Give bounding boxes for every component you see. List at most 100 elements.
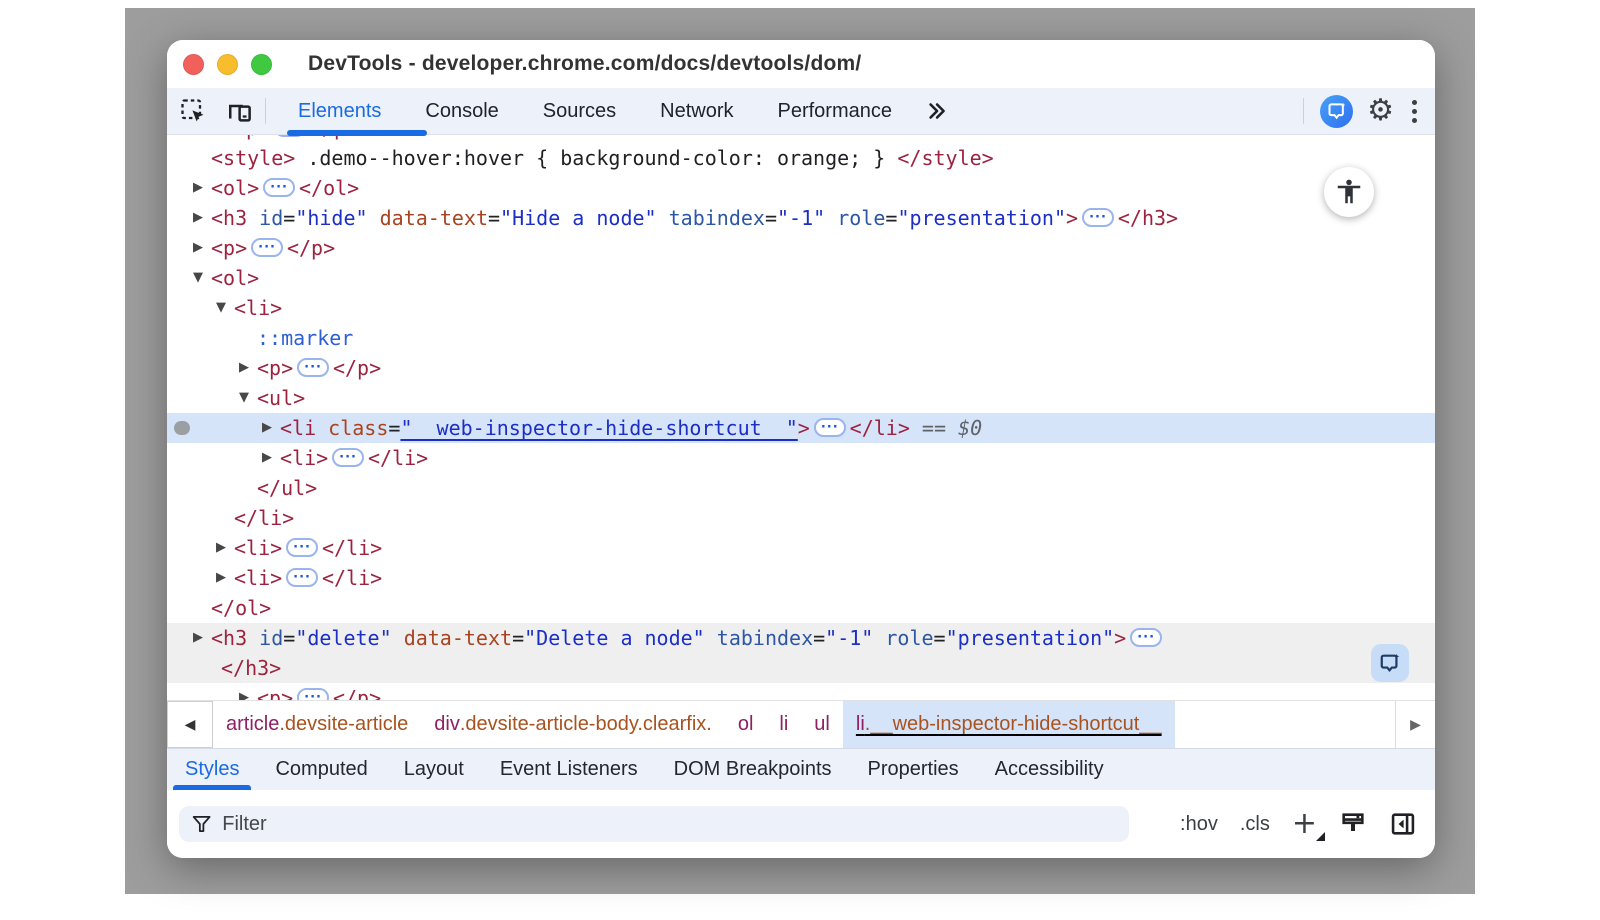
dom-tree-row[interactable]: ▶<h3 id="hide" data-text="Hide a node" t… — [167, 203, 1435, 233]
dom-tree-row[interactable]: ▶<p>···</p> — [167, 353, 1435, 383]
expand-arrow-icon[interactable]: ▶ — [216, 533, 234, 563]
ellipsis-expand-button[interactable]: ··· — [332, 448, 364, 467]
ellipsis-expand-button[interactable]: ··· — [297, 358, 329, 377]
breadcrumb-left-arrow[interactable]: ◀ — [167, 701, 213, 748]
tab-properties[interactable]: Properties — [850, 749, 977, 790]
close-window-button[interactable] — [183, 54, 204, 75]
dom-tree-row[interactable]: </li> — [167, 503, 1435, 533]
dom-tree-row[interactable]: </ul> — [167, 473, 1435, 503]
rendering-emulation-icon[interactable] — [1339, 810, 1367, 838]
expand-arrow-icon[interactable]: ▶ — [193, 203, 211, 233]
expand-arrow-icon[interactable]: ▶ — [216, 563, 234, 593]
ellipsis-expand-button[interactable]: ··· — [286, 538, 318, 557]
expand-arrow-icon[interactable]: ▶ — [239, 683, 257, 700]
tab-performance[interactable]: Performance — [756, 88, 915, 134]
code-token: = — [885, 206, 897, 230]
dom-tree-row[interactable]: ▶<li>···</li> — [167, 563, 1435, 593]
dom-tree-row[interactable]: </ol> — [167, 593, 1435, 623]
ai-assistant-bubble-icon[interactable] — [1371, 644, 1409, 682]
devtools-window: DevTools - developer.chrome.com/docs/dev… — [167, 40, 1435, 858]
ellipsis-expand-button[interactable]: ··· — [1130, 628, 1162, 647]
expand-arrow-icon[interactable]: ▼ — [239, 383, 257, 413]
tab-layout[interactable]: Layout — [386, 749, 482, 790]
tab-accessibility[interactable]: Accessibility — [977, 749, 1122, 790]
tab-sources[interactable]: Sources — [521, 88, 638, 134]
ellipsis-expand-button[interactable]: ··· — [297, 688, 329, 700]
code-token: <p> — [211, 236, 247, 260]
dom-tree-row[interactable]: <style> .demo--hover:hover { background-… — [167, 143, 1435, 173]
dom-tree-row[interactable]: ▼<ul> — [167, 383, 1435, 413]
expand-arrow-icon[interactable]: ▶ — [193, 623, 211, 653]
dom-tree-row[interactable]: ▶<h3 id="delete" data-text="Delete a nod… — [167, 623, 1435, 653]
code-token: data-text — [404, 626, 512, 650]
titlebar: DevTools - developer.chrome.com/docs/dev… — [167, 40, 1435, 88]
tab-styles[interactable]: Styles — [167, 749, 257, 790]
expand-arrow-icon[interactable]: ▶ — [193, 233, 211, 263]
minimize-window-button[interactable] — [217, 54, 238, 75]
tab-network[interactable]: Network — [638, 88, 755, 134]
dom-tree-row[interactable]: ▶<p>···</p> — [167, 683, 1435, 700]
breadcrumb-item-li[interactable]: li.__web-inspector-hide-shortcut__ — [843, 701, 1175, 748]
ellipsis-expand-button[interactable]: ··· — [251, 238, 283, 257]
breadcrumb-item-div[interactable]: div.devsite-article-body.clearfix. — [421, 701, 725, 748]
settings-gear-icon[interactable]: ⚙ — [1367, 96, 1394, 126]
code-token: "delete" — [295, 626, 391, 650]
more-tabs-icon[interactable] — [920, 95, 952, 127]
ellipsis-expand-button[interactable]: ··· — [814, 418, 846, 437]
devtools-toolbar: ElementsConsoleSourcesNetworkPerformance… — [167, 88, 1435, 135]
device-toolbar-icon[interactable] — [223, 95, 255, 127]
expand-arrow-icon[interactable]: ▶ — [216, 135, 234, 143]
ai-assistant-icon[interactable] — [1320, 95, 1353, 128]
zoom-window-button[interactable] — [251, 54, 272, 75]
dom-tree-row[interactable]: ▶<li>···</li> — [167, 443, 1435, 473]
code-token — [657, 206, 669, 230]
dom-tree-row[interactable]: ▶<p>···</p> — [167, 135, 1435, 143]
styles-filter-input[interactable] — [222, 813, 1117, 836]
code-token: "presentation" — [946, 626, 1115, 650]
tab-computed[interactable]: Computed — [257, 749, 385, 790]
code-token — [873, 626, 885, 650]
active-tab-underline — [287, 130, 427, 136]
code-token: role — [837, 206, 885, 230]
accessibility-person-icon[interactable] — [1324, 167, 1374, 217]
breadcrumb-item-ol[interactable]: ol — [725, 701, 767, 748]
breadcrumb-item-article[interactable]: article.devsite-article — [213, 701, 421, 748]
expand-arrow-icon[interactable]: ▶ — [262, 413, 280, 443]
code-token: .demo--hover:hover { background-color: o… — [295, 146, 897, 170]
hover-state-toggle[interactable]: :hov — [1180, 813, 1218, 836]
dom-tree-row[interactable]: ▶<ol>···</ol> — [167, 173, 1435, 203]
tab-console[interactable]: Console — [403, 88, 520, 134]
inspect-cursor-icon[interactable] — [177, 95, 209, 127]
tab-event-listeners[interactable]: Event Listeners — [482, 749, 656, 790]
code-token: role — [885, 626, 933, 650]
toggle-sidebar-icon[interactable] — [1389, 810, 1417, 838]
expand-arrow-icon[interactable]: ▶ — [239, 353, 257, 383]
breadcrumb-item-li[interactable]: li — [766, 701, 801, 748]
code-token: = — [488, 206, 500, 230]
breadcrumb-right-arrow[interactable]: ▶ — [1395, 701, 1435, 748]
dom-tree-row[interactable]: ▶<li class="__web-inspector-hide-shortcu… — [167, 413, 1435, 443]
dom-tree-row[interactable]: ▶<p>···</p> — [167, 233, 1435, 263]
element-classes-toggle[interactable]: .cls — [1240, 813, 1270, 836]
tab-dom-breakpoints[interactable]: DOM Breakpoints — [656, 749, 850, 790]
new-style-rule-button[interactable]: + — [1292, 809, 1317, 839]
dom-tree-panel: ▶<p>···</p><style> .demo--hover:hover { … — [167, 135, 1435, 700]
expand-arrow-icon[interactable]: ▼ — [193, 263, 211, 293]
ellipsis-expand-button[interactable]: ··· — [263, 178, 295, 197]
dom-tree-row[interactable]: ▶<li>···</li> — [167, 533, 1435, 563]
expand-arrow-icon[interactable]: ▶ — [262, 443, 280, 473]
tab-elements[interactable]: Elements — [276, 88, 403, 134]
kebab-menu-icon[interactable] — [1408, 96, 1421, 127]
breadcrumb-item-ul[interactable]: ul — [801, 701, 843, 748]
expand-arrow-icon[interactable]: ▼ — [216, 293, 234, 323]
expand-arrow-icon[interactable]: ▶ — [193, 173, 211, 203]
dom-tree-row[interactable]: ▼<li> — [167, 293, 1435, 323]
dom-tree-row[interactable]: ::marker — [167, 323, 1435, 353]
dom-tree-row[interactable]: </h3> — [167, 653, 1435, 683]
code-token: </li> — [850, 416, 910, 440]
ellipsis-expand-button[interactable]: ··· — [286, 568, 318, 587]
dom-tree-row[interactable]: ▼<ol> — [167, 263, 1435, 293]
code-token: </p> — [287, 236, 335, 260]
ellipsis-expand-button[interactable]: ··· — [1082, 208, 1114, 227]
styles-filter-field[interactable] — [179, 806, 1129, 842]
